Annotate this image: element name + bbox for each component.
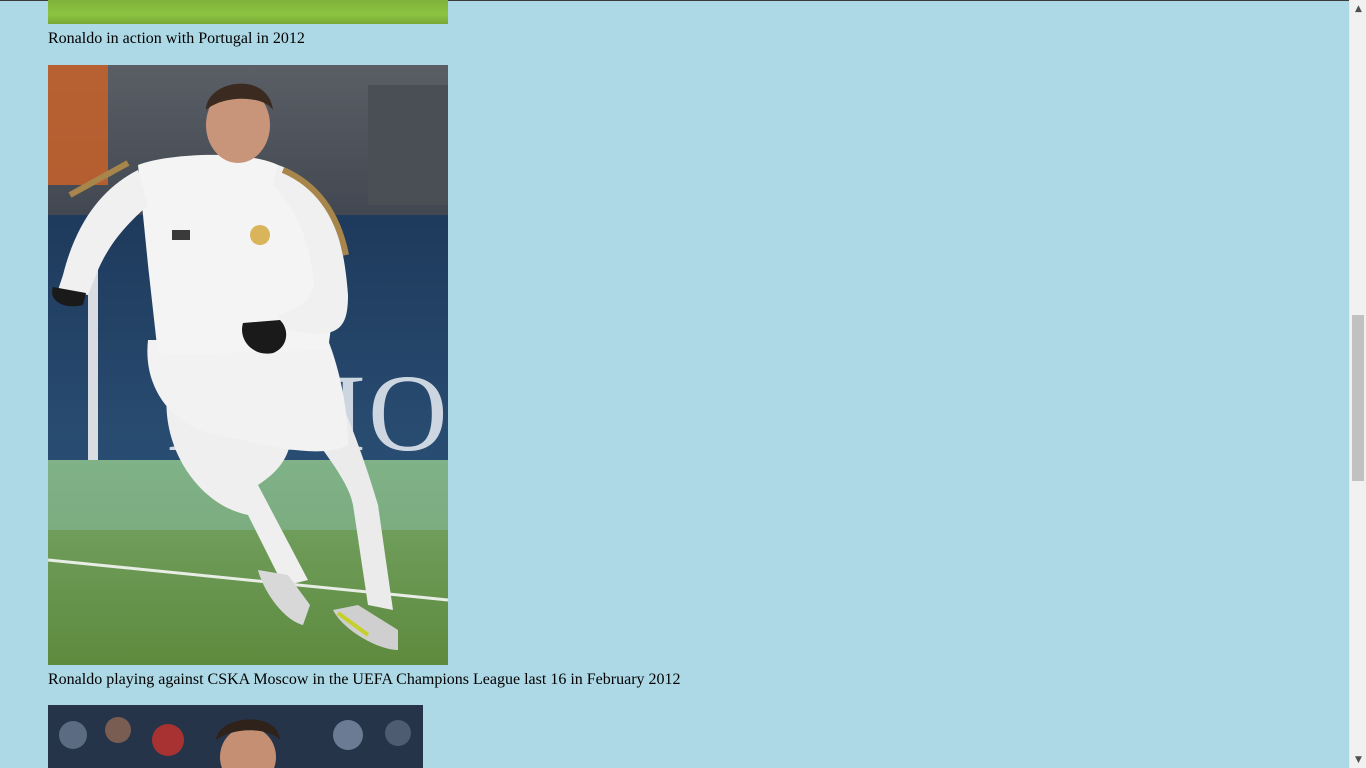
photo-caption: Ronaldo in action with Portugal in 2012 [48,30,305,47]
photo-caption: Ronaldo playing against CSKA Moscow in t… [48,671,681,688]
photo-crowd-partial [48,705,423,768]
page-content: Ronaldo in action with Portugal in 2012 [0,0,1349,768]
scrollbar-thumb[interactable] [1352,315,1364,481]
photo-cska-moscow-2012: MPIO [48,65,448,665]
chevron-down-icon[interactable]: ▼ [1350,751,1366,768]
vertical-scrollbar[interactable]: ▲ ▼ [1349,0,1366,768]
photo-portugal-2012 [48,0,448,24]
chevron-up-icon[interactable]: ▲ [1350,0,1366,17]
